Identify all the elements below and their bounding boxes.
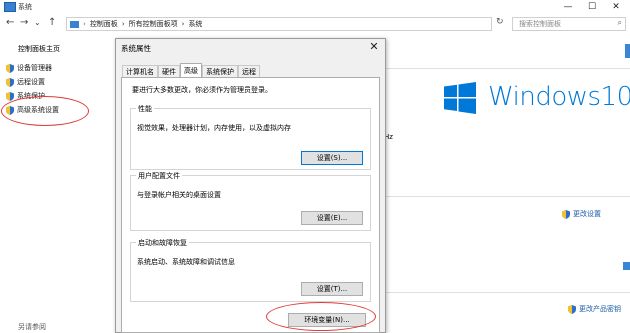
shield-icon [562,209,570,219]
shield-icon [6,91,14,101]
address-bar[interactable]: › 控制面板 › 所有控制面板项 › 系统 [66,17,492,31]
shield-icon [6,63,14,73]
shield-icon [568,304,576,314]
tab-computer-name[interactable]: 计算机名 [122,65,158,77]
group-title: 启动和故障恢复 [136,238,189,248]
sidebar-item-remote-settings[interactable]: 远程设置 [6,77,45,87]
group-title: 用户配置文件 [136,171,182,181]
control-panel-icon [70,20,79,28]
forward-button[interactable]: → [20,17,28,28]
system-app-icon [4,2,16,12]
change-product-key-label: 更改产品密钥 [579,305,621,313]
help-button[interactable] [625,44,630,58]
advanced-tab-panel: 要进行大多数更改，你必须作为管理员登录。 性能 视觉效果，处理器计划，内存使用，… [121,77,380,333]
highlight-ellipse-advanced [1,96,89,126]
search-icon: ⌕ [617,18,622,27]
group-description: 与登录帐户相关的桌面设置 [137,191,221,199]
tab-remote[interactable]: 远程 [238,65,260,77]
system-properties-dialog: 系统属性 ✕ 计算机名 硬件 高级 系统保护 远程 要进行大多数更改，你必须作为… [115,38,386,333]
user-profiles-settings-button[interactable]: 设置(E)... [301,211,363,225]
performance-group: 性能 视觉效果，处理器计划，内存使用，以及虚拟内存 设置(S)... [130,104,371,170]
group-title: 性能 [136,104,154,114]
sidebar-item-device-manager[interactable]: 设备管理器 [6,63,52,73]
change-product-key-link[interactable]: 更改产品密钥 [568,304,621,314]
windows-logo-icon [444,82,476,114]
startup-recovery-settings-button[interactable]: 设置(T)... [301,282,363,296]
tab-strip: 计算机名 硬件 高级 系统保护 远程 [122,63,260,77]
scroll-indicator[interactable] [623,262,630,270]
maximize-button[interactable]: ☐ [580,0,604,14]
divider [384,196,630,197]
startup-recovery-group: 启动和故障恢复 系统启动、系统故障和调试信息 设置(T)... [130,238,371,302]
up-button[interactable]: ↑ [48,17,56,28]
breadcrumb-control-panel[interactable]: 控制面板 [90,19,118,29]
divider [384,68,630,69]
shield-icon [6,77,14,87]
group-description: 系统启动、系统故障和调试信息 [137,258,235,266]
sidebar-item-label: 远程设置 [17,78,45,86]
back-button[interactable]: ← [6,17,14,28]
admin-note: 要进行大多数更改，你必须作为管理员登录。 [132,86,272,94]
search-placeholder: 搜索控制面板 [519,20,561,28]
close-button[interactable]: ✕ [604,0,628,14]
breadcrumb-separator: › [181,20,185,28]
divider [384,292,630,293]
change-settings-link[interactable]: 更改设置 [562,209,601,219]
control-panel-home-link[interactable]: 控制面板主页 [18,44,60,54]
user-profiles-group: 用户配置文件 与登录帐户相关的桌面设置 设置(E)... [130,171,371,231]
sidebar-item-label: 设备管理器 [17,64,52,72]
refresh-button[interactable]: ↻ [496,17,504,27]
tab-system-protection[interactable]: 系统保护 [202,65,238,77]
recent-dropdown[interactable]: ⌄ [34,18,41,27]
tab-hardware[interactable]: 硬件 [158,65,180,77]
windows-brand-text: Windows10 [488,82,630,112]
tab-advanced[interactable]: 高级 [180,63,202,77]
breadcrumb-all-items[interactable]: 所有控制面板项 [129,19,178,29]
group-description: 视觉效果，处理器计划，内存使用，以及虚拟内存 [137,124,291,132]
dialog-close-button[interactable]: ✕ [367,40,381,53]
breadcrumb-separator: › [121,20,125,28]
highlight-ellipse-env [266,302,376,331]
title-bar [0,0,630,14]
breadcrumb-system[interactable]: 系统 [188,19,202,29]
dialog-title: 系统属性 [121,44,151,53]
window-title: 系统 [18,3,32,11]
performance-settings-button[interactable]: 设置(S)... [301,151,363,165]
change-settings-label: 更改设置 [573,210,601,218]
search-input[interactable]: 搜索控制面板 ⌕ [512,17,626,31]
crumb-separator: › [83,20,86,28]
minimize-button[interactable]: — [556,0,580,14]
